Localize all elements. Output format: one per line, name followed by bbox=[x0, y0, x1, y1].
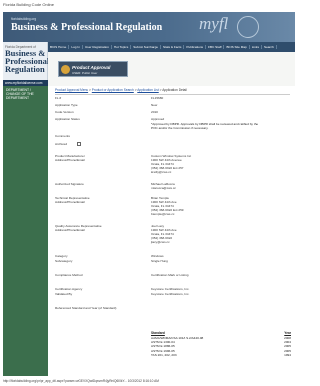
application-type-label: Application Type bbox=[55, 103, 78, 107]
detail-row: FL # FL15680 bbox=[55, 96, 290, 103]
archived-row: Archived bbox=[55, 142, 290, 154]
nav-item[interactable]: Stats & Facts bbox=[161, 45, 185, 49]
authorized-block: Authorized Signature Michael LaRocca mla… bbox=[55, 182, 290, 196]
nav-item[interactable]: Submit Surcharge bbox=[131, 45, 162, 49]
code-version-label: Code Version bbox=[55, 110, 74, 114]
print-footer: http://floridabuilding.org/pr/pr_app_dtl… bbox=[3, 379, 159, 383]
code-version-value: 2010 bbox=[151, 110, 158, 114]
status-note-row: *Approved by DBPR. Approvals by DBPR sha… bbox=[55, 122, 290, 134]
state-seal-icon bbox=[237, 16, 259, 38]
site-banner: floridabuilding.org Business & Professio… bbox=[3, 12, 295, 42]
standards-label-row: Referenced Standard and Year (of Standar… bbox=[55, 306, 290, 313]
compliance-label: Compliance Method bbox=[55, 273, 83, 277]
dbpr-logo-big: Business & Professional Regulation bbox=[5, 48, 50, 74]
application-detail: FL # FL15680 Application Type New Code V… bbox=[55, 96, 290, 313]
subcategory-value: Single Hung bbox=[151, 259, 168, 263]
archived-label: Archived bbox=[55, 142, 68, 146]
technical-address-label: Address/Phone/Email bbox=[55, 200, 85, 204]
comments-label: Comments bbox=[55, 134, 70, 138]
approval-title: Product Approval bbox=[72, 65, 111, 70]
table-row: TAS 201, 202, 203 1994 bbox=[151, 353, 291, 357]
approval-user: USER: Public User bbox=[72, 71, 98, 75]
detail-row: Code Version 2010 bbox=[55, 110, 290, 117]
nav-item[interactable]: BCIS Site Map bbox=[224, 45, 250, 49]
standards-table: Standard Year AAMA/WDMA/CSA 101/I.S.2/A4… bbox=[151, 331, 291, 357]
breadcrumb-divider bbox=[55, 94, 290, 95]
compliance-row: Compliance Method Certification Mark or … bbox=[55, 273, 290, 287]
breadcrumb-item[interactable]: Application List bbox=[137, 88, 158, 92]
nav-item[interactable]: Hot Topics bbox=[112, 45, 132, 49]
myflorida-logo[interactable]: myfl bbox=[199, 14, 228, 34]
breadcrumb-sep: > bbox=[89, 88, 91, 92]
archived-checkbox[interactable] bbox=[77, 142, 81, 146]
nav-item[interactable]: BCIS Home bbox=[48, 45, 70, 49]
application-type-value: New bbox=[151, 103, 158, 107]
manufacturer-block: Product Manufacturer Address/Phone/Email… bbox=[55, 154, 290, 182]
category-value: Windows bbox=[151, 254, 164, 258]
nav-item[interactable]: Links bbox=[250, 45, 262, 49]
dbpr-logo[interactable]: Florida Department of Business & Profess… bbox=[3, 42, 50, 86]
approval-check-icon bbox=[61, 65, 70, 74]
subcategory-row: Subcategory Single Hung bbox=[55, 259, 290, 273]
quality-email[interactable]: jlacy@cws.cc bbox=[151, 240, 177, 244]
breadcrumb-item[interactable]: Product or Application Search bbox=[92, 88, 134, 92]
site-title: Business & Professional Regulation bbox=[11, 22, 163, 33]
breadcrumb-item[interactable]: Product Approval Menu bbox=[55, 88, 88, 92]
validated-label: Validated By bbox=[55, 292, 73, 296]
authorized-email[interactable]: mlarocca@cws.cc bbox=[151, 186, 176, 190]
nav-item[interactable]: Publications bbox=[184, 45, 207, 49]
fl-number-value: FL15680 bbox=[151, 96, 164, 100]
quality-block: Quality Assurance Representative Address… bbox=[55, 224, 290, 254]
nav-item[interactable]: FBC Staff bbox=[206, 45, 225, 49]
print-title: Florida Building Code Online bbox=[3, 2, 54, 7]
left-panel-header: DEPARTMENT / CHANGE OF THE DEPARTMENT bbox=[6, 88, 34, 101]
detail-row: Application Type New bbox=[55, 103, 290, 110]
quality-address-label: Address/Phone/Email bbox=[55, 228, 85, 232]
cert-agency-value: Keystone Certifications, Inc. bbox=[151, 287, 190, 291]
nav-item[interactable]: User Registration bbox=[83, 45, 112, 49]
manufacturer-email[interactable]: kreilly@cws.cc bbox=[151, 170, 191, 174]
authorized-label: Authorized Signature bbox=[55, 182, 84, 186]
product-approval-badge: Product Approval USER: Public User bbox=[58, 61, 128, 77]
subcategory-label: Subcategory bbox=[55, 259, 73, 263]
manufacturer-address-label: Address/Phone/Email bbox=[55, 158, 85, 162]
standards-label: Referenced Standard and Year (of Standar… bbox=[55, 306, 117, 310]
nav-item[interactable]: Log In bbox=[69, 45, 83, 49]
category-label: Category bbox=[55, 254, 68, 258]
fl-number-label: FL # bbox=[55, 96, 62, 100]
technical-block: Technical Representative Address/Phone/E… bbox=[55, 196, 290, 224]
application-status-value: Approved bbox=[151, 117, 165, 121]
standard-cell: TAS 201, 202, 203 bbox=[151, 352, 177, 357]
cert-agency-label: Certification Agency bbox=[55, 287, 83, 291]
top-nav: BCIS Home Log In User Registration Hot T… bbox=[48, 42, 295, 52]
validated-value: Keystone Certifications, Inc. bbox=[151, 292, 190, 296]
technical-email[interactable]: btemple@cws.cc bbox=[151, 212, 184, 216]
validated-row: Validated By Keystone Certifications, In… bbox=[55, 292, 290, 306]
left-panel: DEPARTMENT / CHANGE OF THE DEPARTMENT bbox=[3, 86, 48, 376]
nav-item[interactable]: Search bbox=[262, 45, 277, 49]
comments-row: Comments bbox=[55, 134, 290, 142]
compliance-value: Certification Mark or Listing bbox=[151, 273, 189, 277]
application-status-label: Application Status bbox=[55, 117, 80, 121]
site-url[interactable]: floridabuilding.org bbox=[11, 17, 36, 21]
breadcrumb-current: Application Detail bbox=[162, 88, 187, 92]
year-cell: 1994 bbox=[284, 352, 291, 357]
breadcrumb: Product Approval Menu > Product or Appli… bbox=[55, 88, 187, 92]
status-note-line: POC and/or the Commission if necessary. bbox=[151, 126, 209, 131]
